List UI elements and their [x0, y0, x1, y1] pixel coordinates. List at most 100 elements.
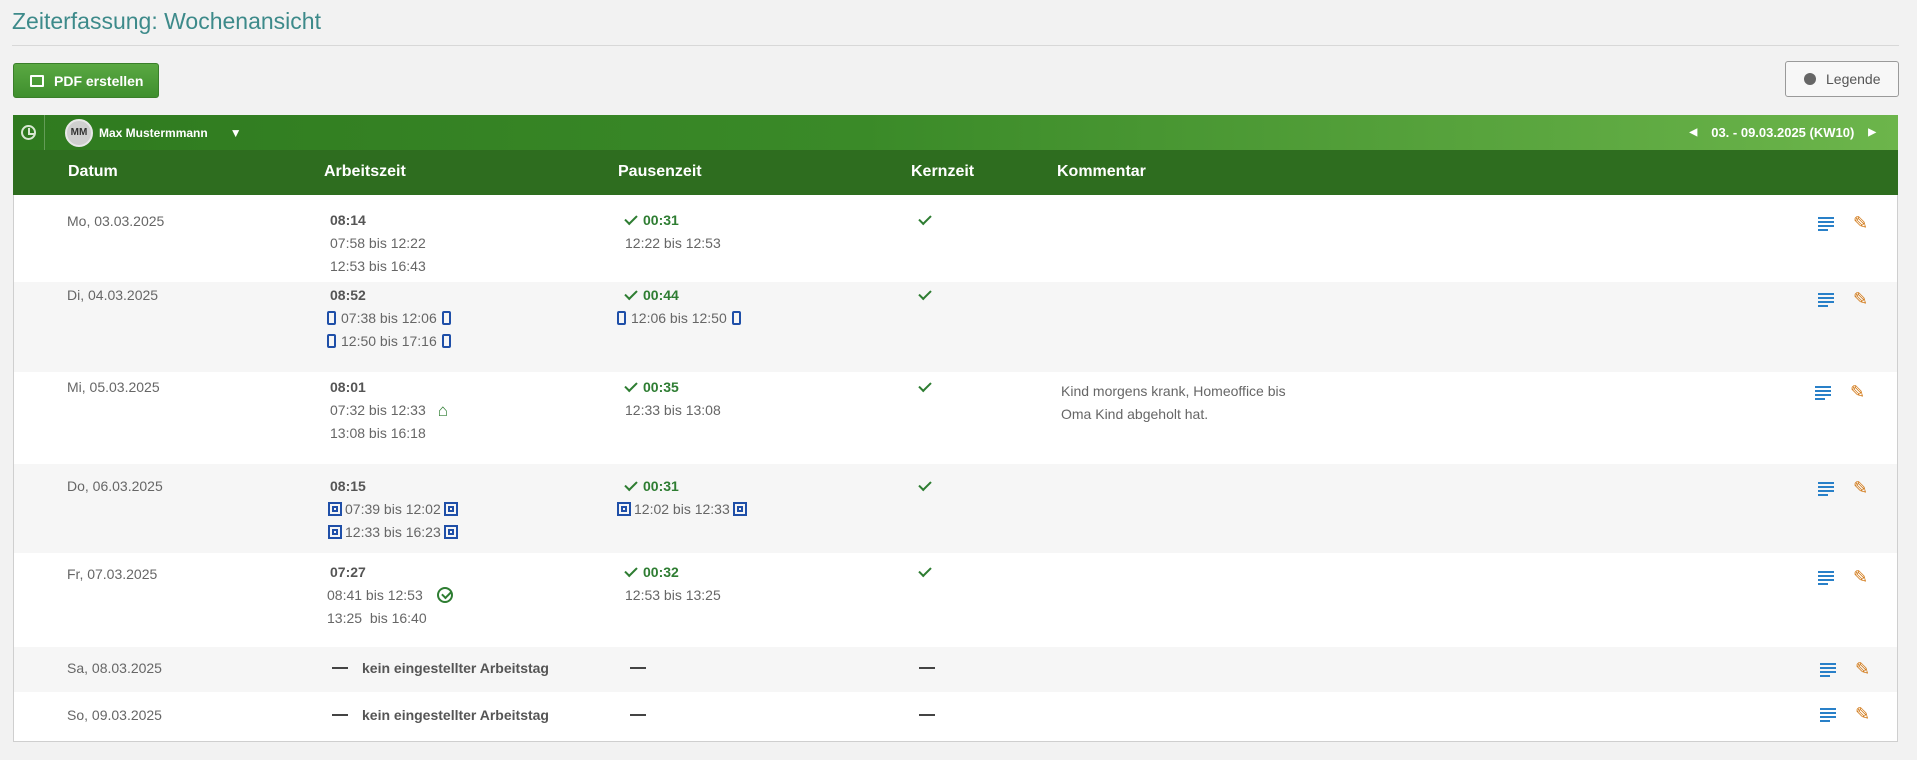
row-date: Do, 06.03.2025 — [67, 478, 163, 494]
row-date: Di, 04.03.2025 — [67, 287, 159, 303]
work-interval: 13:08 bis 16:18 — [330, 425, 426, 441]
dash-icon — [919, 667, 935, 669]
table-row: Mo, 03.03.2025 08:14 07:58 bis 12:22 12:… — [14, 195, 1897, 282]
work-interval: 07:38 bis 12:06 — [341, 310, 437, 326]
details-list-icon[interactable] — [1818, 571, 1834, 585]
row-date: Fr, 07.03.2025 — [67, 566, 158, 582]
pdf-create-label: PDF erstellen — [54, 72, 144, 89]
pause-interval: 12:53 bis 13:25 — [625, 587, 721, 603]
pause-interval: 12:02 bis 12:33 — [634, 501, 730, 517]
home-office-icon: ⌂ — [437, 401, 449, 420]
terminal-card-icon — [328, 502, 342, 516]
check-icon — [624, 211, 638, 226]
verified-check-icon — [436, 587, 453, 603]
comment-text: Oma Kind abgeholt hat. — [1061, 406, 1209, 422]
table-row: Fr, 07.03.2025 07:27 08:41 bis 12:53 13:… — [14, 553, 1897, 647]
user-name[interactable]: Max Mustermmann — [99, 126, 208, 140]
kernzeit-check-icon — [918, 378, 932, 393]
col-datum: Datum — [68, 163, 118, 180]
pause-interval: 12:06 bis 12:50 — [631, 310, 727, 326]
dash-icon — [919, 714, 935, 716]
table-row: Di, 04.03.2025 08:52 07:38 bis 12:06 12:… — [14, 282, 1897, 372]
clock-icon — [21, 125, 36, 140]
no-workday-text: kein eingestellter Arbeitstag — [362, 660, 549, 676]
dash-icon — [630, 714, 646, 716]
kernzeit-check-icon — [918, 477, 932, 492]
week-label: 03. - 09.03.2025 (KW10) — [1711, 125, 1855, 140]
mobile-phone-icon — [327, 334, 336, 348]
work-interval: 12:33 bis 16:23 — [345, 524, 441, 540]
work-total: 08:01 — [330, 379, 366, 395]
edit-pencil-icon[interactable]: ✎ — [1855, 660, 1870, 678]
terminal-card-icon — [732, 502, 747, 516]
work-interval: 12:53 bis 16:43 — [330, 258, 426, 274]
mobile-phone-icon — [441, 311, 451, 325]
check-icon — [624, 563, 638, 578]
mobile-phone-icon — [617, 311, 626, 325]
week-navigation: ◀ 03. - 09.03.2025 (KW10) ▶ — [1690, 115, 1876, 150]
details-list-icon[interactable] — [1818, 217, 1834, 231]
title-divider — [12, 45, 1899, 46]
table-row: Mi, 05.03.2025 08:01 07:32 bis 12:33 ⌂ 13… — [14, 372, 1897, 464]
edit-pencil-icon[interactable]: ✎ — [1853, 214, 1868, 232]
pause-total: 00:44 — [643, 287, 679, 303]
next-week-icon[interactable]: ▶ — [1868, 127, 1876, 138]
table-row: Do, 06.03.2025 08:15 07:39 bis 12:02 12:… — [14, 464, 1897, 553]
edit-pencil-icon[interactable]: ✎ — [1855, 705, 1870, 723]
details-list-icon[interactable] — [1820, 663, 1836, 677]
check-icon — [624, 477, 638, 492]
work-total: 07:27 — [330, 564, 366, 580]
work-total: 08:14 — [330, 212, 366, 228]
details-list-icon[interactable] — [1815, 386, 1831, 400]
prev-week-icon[interactable]: ◀ — [1690, 127, 1698, 138]
col-arbeitszeit: Arbeitszeit — [324, 163, 406, 180]
work-interval: 07:58 bis 12:22 — [330, 235, 426, 251]
chevron-down-icon[interactable]: ▼ — [230, 126, 242, 140]
work-total: 08:52 — [330, 287, 366, 303]
pdf-create-button[interactable]: PDF erstellen — [13, 63, 159, 98]
kernzeit-check-icon — [918, 286, 932, 301]
dash-icon — [332, 667, 348, 669]
dash-icon — [630, 667, 646, 669]
pause-total: 00:31 — [643, 478, 679, 494]
pause-total: 00:32 — [643, 564, 679, 580]
comment-text: Kind morgens krank, Homeoffice bis — [1061, 383, 1286, 399]
row-date: So, 09.03.2025 — [67, 707, 162, 723]
col-kernzeit: Kernzeit — [911, 163, 975, 180]
table-row: Sa, 08.03.2025 kein eingestellter Arbeit… — [14, 647, 1897, 692]
avatar[interactable]: MM — [65, 118, 93, 147]
details-list-icon[interactable] — [1820, 708, 1836, 722]
work-interval: 13:25 bis 16:40 — [327, 610, 427, 626]
col-pausenzeit: Pausenzeit — [618, 163, 702, 180]
mobile-phone-icon — [731, 311, 741, 325]
terminal-card-icon — [443, 525, 458, 539]
legend-label: Legende — [1826, 71, 1881, 87]
edit-pencil-icon[interactable]: ✎ — [1853, 568, 1868, 586]
pause-total: 00:31 — [643, 212, 679, 228]
dash-icon — [332, 714, 348, 716]
terminal-card-icon — [443, 502, 458, 516]
edit-pencil-icon[interactable]: ✎ — [1850, 383, 1865, 401]
table-row: So, 09.03.2025 kein eingestellter Arbeit… — [14, 692, 1897, 740]
details-list-icon[interactable] — [1818, 482, 1834, 496]
pause-total: 00:35 — [643, 379, 679, 395]
page-title: Zeiterfassung: Wochenansicht — [12, 8, 321, 34]
terminal-card-icon — [328, 525, 342, 539]
edit-pencil-icon[interactable]: ✎ — [1853, 290, 1868, 308]
week-toolbar: MM Max Mustermmann ▼ ◀ 03. - 09.03.2025 … — [13, 115, 1898, 150]
work-total: 08:15 — [330, 478, 366, 494]
check-icon — [624, 378, 638, 393]
details-list-icon[interactable] — [1818, 293, 1834, 307]
kernzeit-check-icon — [918, 563, 932, 578]
legend-button[interactable]: Legende — [1785, 61, 1899, 97]
clock-button[interactable] — [13, 115, 45, 150]
no-workday-text: kein eingestellter Arbeitstag — [362, 707, 549, 723]
edit-pencil-icon[interactable]: ✎ — [1853, 479, 1868, 497]
week-table: Mo, 03.03.2025 08:14 07:58 bis 12:22 12:… — [13, 195, 1898, 742]
work-interval: 12:50 bis 17:16 — [341, 333, 437, 349]
row-date: Sa, 08.03.2025 — [67, 660, 162, 676]
mobile-phone-icon — [327, 311, 336, 325]
table-header: Datum Arbeitszeit Pausenzeit Kernzeit Ko… — [13, 150, 1898, 195]
terminal-card-icon — [617, 502, 631, 516]
pdf-icon — [30, 74, 44, 87]
